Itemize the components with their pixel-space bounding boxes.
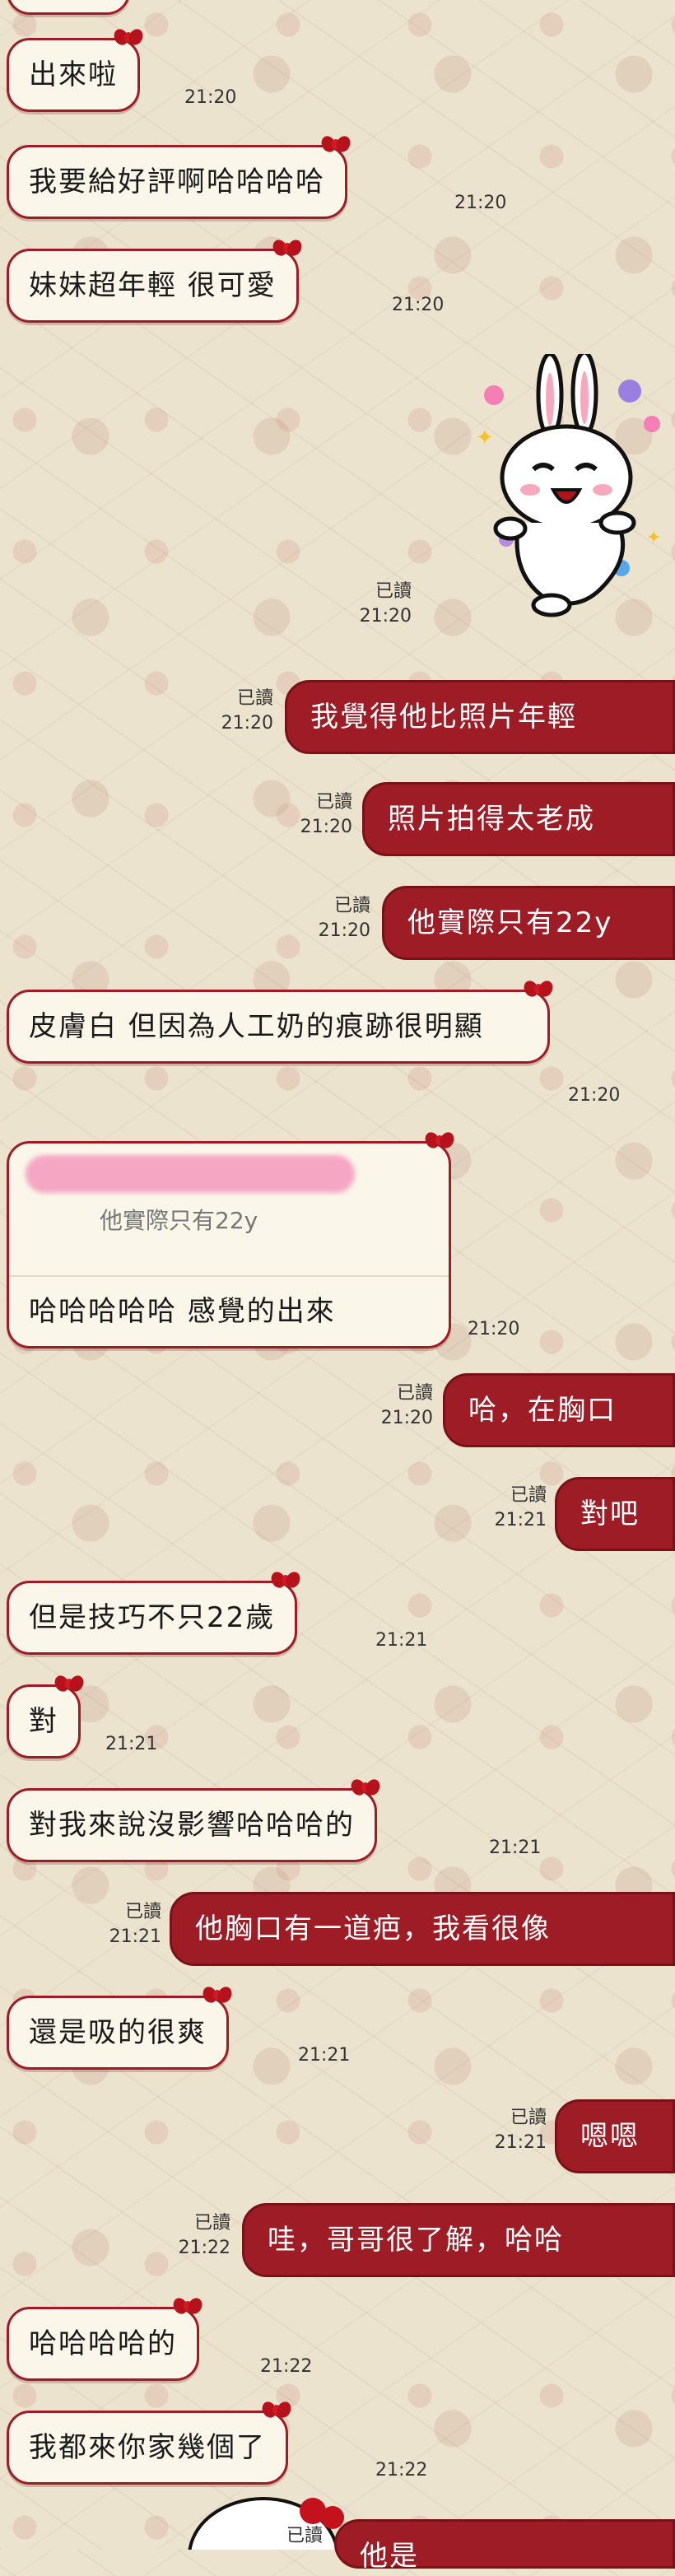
- ribbon-bow-icon: [426, 1132, 454, 1152]
- incoming-message-bubble[interactable]: 我要給好評啊哈哈哈哈: [7, 139, 347, 219]
- message-timestamp: 21:20: [184, 87, 237, 108]
- message-text: 他是: [360, 2540, 419, 2573]
- read-receipt: 已讀 21:21: [494, 1485, 547, 1530]
- ribbon-bow-icon: [203, 1987, 231, 2006]
- ribbon-bow-icon: [272, 1572, 300, 1591]
- message-text: 我覺得他比照片年輕: [310, 701, 577, 734]
- ribbon-bow-icon: [55, 1675, 83, 1695]
- read-receipt: 已讀 21:20: [380, 1383, 433, 1428]
- incoming-message-bubble[interactable]: 妹妹超年輕 很可愛: [7, 243, 299, 323]
- message-text: 但是技巧不只22歲: [29, 1601, 276, 1634]
- message-text: 哇，哥哥很了解，哈哈: [268, 2224, 564, 2257]
- outgoing-message-bubble[interactable]: 我覺得他比照片年輕: [285, 680, 675, 754]
- message-text: 我都來你家幾個了: [29, 2431, 266, 2464]
- outgoing-message-bubble-partial[interactable]: 他是: [334, 2519, 675, 2573]
- message-text: 對: [29, 1705, 58, 1738]
- message-text: 哈哈哈哈的: [29, 2327, 177, 2360]
- reply-message-bubble[interactable]: 他實際只有22y 哈哈哈哈哈 感覺的出來: [7, 1135, 451, 1349]
- chat-area[interactable]: 出來啦 21:20 我要給好評啊哈哈哈哈 21:20 妹妹超年輕 很可愛 21:…: [0, 0, 675, 2573]
- ribbon-bow-icon: [524, 981, 552, 1000]
- message-timestamp: 21:21: [105, 1734, 158, 1754]
- incoming-message-bubble[interactable]: 還是吸的很爽: [7, 1990, 229, 2070]
- blurred-sender-name: [26, 1155, 355, 1193]
- outgoing-message-bubble[interactable]: 他實際只有22y: [382, 886, 675, 960]
- outgoing-message-bubble[interactable]: 他胸口有一道疤，我看很像: [170, 1892, 675, 1966]
- incoming-message-bubble[interactable]: 哈哈哈哈的: [7, 2301, 199, 2381]
- quoted-message[interactable]: 他實際只有22y: [9, 1144, 449, 1277]
- incoming-message-bubble[interactable]: 出來啦: [7, 32, 140, 112]
- svg-text:✦: ✦: [646, 528, 661, 548]
- message-text: 哈，在胸口: [468, 1394, 617, 1427]
- message-text: 哈哈哈哈哈 感覺的出來: [29, 1295, 336, 1328]
- svg-text:✦: ✦: [476, 426, 494, 450]
- message-timestamp: 21:21: [375, 1630, 428, 1651]
- ribbon-bow-icon: [263, 2401, 291, 2421]
- outgoing-message-bubble[interactable]: 哇，哥哥很了解，哈哈: [242, 2203, 675, 2277]
- incoming-message-bubble-partial[interactable]: [7, 0, 130, 15]
- outgoing-message-bubble[interactable]: 照片拍得太老成: [362, 782, 675, 856]
- message-text: 皮膚白 但因為人工奶的痕跡很明顯: [29, 1010, 484, 1043]
- read-receipt: 已讀 21:22: [178, 2213, 230, 2258]
- read-receipt: 已讀 21:21: [494, 2108, 547, 2153]
- outgoing-message-bubble[interactable]: 嗯嗯: [555, 2099, 675, 2173]
- message-text: 還是吸的很爽: [29, 2016, 207, 2049]
- message-text: 妹妹超年輕 很可愛: [29, 269, 277, 302]
- message-timestamp: 21:21: [489, 1838, 542, 1858]
- incoming-message-bubble[interactable]: 我都來你家幾個了: [7, 2405, 288, 2485]
- read-receipt: 已讀 21:21: [109, 1902, 161, 1947]
- outgoing-message-bubble[interactable]: 哈，在胸口: [443, 1373, 675, 1447]
- message-text: 照片拍得太老成: [388, 803, 595, 836]
- ribbon-bow-icon: [351, 1779, 379, 1799]
- message-text: 對吧: [580, 1498, 640, 1530]
- read-receipt: 已讀 21:20: [221, 688, 273, 734]
- read-receipt: 已讀: [286, 2526, 323, 2546]
- message-text: 他胸口有一道疤，我看很像: [195, 1912, 551, 1945]
- message-timestamp: 21:20: [568, 1085, 621, 1106]
- read-receipt: 已讀 21:20: [359, 581, 412, 627]
- incoming-message-bubble[interactable]: 對我來說沒影響哈哈哈的: [7, 1782, 377, 1862]
- ribbon-bow-icon: [273, 240, 301, 259]
- incoming-message-bubble[interactable]: 皮膚白 但因為人工奶的痕跡很明顯: [7, 984, 550, 1064]
- incoming-message-bubble[interactable]: 但是技巧不只22歲: [7, 1575, 298, 1655]
- message-timestamp: 21:20: [468, 1319, 520, 1339]
- message-text: 出來啦: [29, 58, 118, 91]
- ribbon-bow-icon: [114, 29, 142, 49]
- message-timestamp: 21:21: [298, 2045, 351, 2066]
- message-timestamp: 21:20: [454, 193, 507, 213]
- ribbon-bow-icon: [322, 136, 350, 156]
- incoming-message-bubble[interactable]: 對: [7, 1679, 81, 1758]
- ribbon-bow-icon: [174, 2298, 202, 2317]
- message-timestamp: 21:20: [392, 295, 445, 315]
- read-receipt: 已讀 21:20: [300, 792, 352, 837]
- smiling-rabbit-sticker[interactable]: ✦ ✦ ✦: [461, 354, 667, 634]
- message-text: 對我來說沒影響哈哈哈的: [29, 1809, 355, 1842]
- message-text: 嗯嗯: [580, 2120, 640, 2153]
- quoted-message-text: 他實際只有22y: [100, 1207, 258, 1234]
- read-receipt: 已讀 21:20: [318, 896, 370, 941]
- outgoing-message-bubble[interactable]: 對吧: [555, 1477, 675, 1551]
- message-text: 他實際只有22y: [407, 906, 613, 939]
- message-timestamp: 21:22: [260, 2356, 313, 2377]
- message-timestamp: 21:22: [375, 2460, 428, 2481]
- message-text: 我要給好評啊哈哈哈哈: [29, 165, 325, 198]
